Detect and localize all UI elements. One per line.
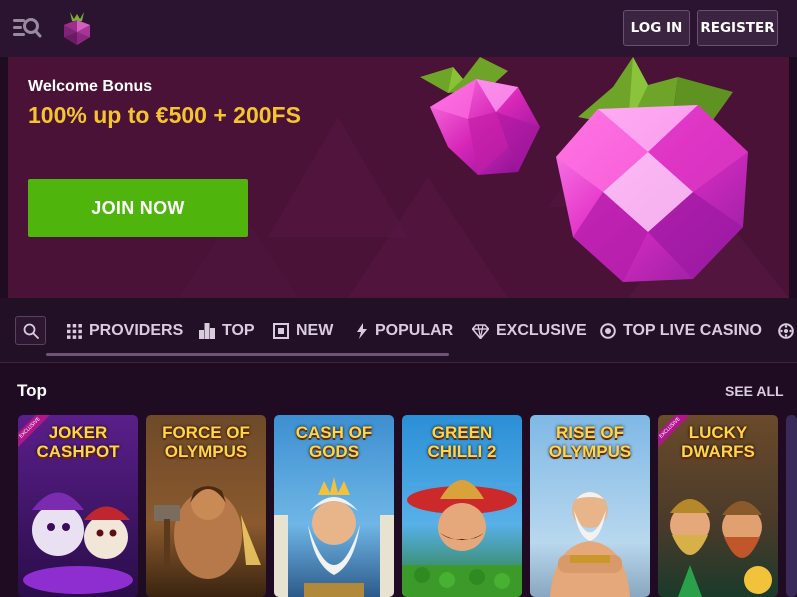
- game-art: [786, 415, 797, 597]
- category-label: EXCLUSIVE: [496, 322, 587, 339]
- game-title: FORCE OF OLYMPUS: [162, 423, 250, 461]
- game-title: CASH OF GODS: [295, 423, 373, 461]
- search-icon: [23, 323, 39, 339]
- game-title: GREEN CHILLI 2: [427, 423, 497, 461]
- category-popular[interactable]: POPULAR: [356, 320, 453, 342]
- game-tile-partial[interactable]: [786, 415, 797, 597]
- join-now-button[interactable]: JOIN NOW: [28, 179, 248, 237]
- category-label: TOP: [222, 322, 255, 339]
- top-bar: LOG IN REGISTER: [0, 0, 797, 57]
- roulette-icon: [778, 323, 794, 339]
- new-icon: [273, 323, 289, 339]
- podium-icon: [199, 323, 215, 339]
- category-scrollbar[interactable]: [46, 353, 449, 356]
- category-new[interactable]: NEW: [273, 320, 333, 342]
- category-label: PROVIDERS: [89, 322, 184, 339]
- diamond-icon: [472, 323, 489, 339]
- category-top-live-casino[interactable]: TOP LIVE CASINO: [600, 320, 762, 342]
- menu-search-icon[interactable]: [12, 14, 42, 42]
- category-label: NEW: [296, 322, 334, 339]
- section-title: Top: [17, 381, 47, 400]
- chip-icon: [600, 323, 616, 339]
- category-providers[interactable]: PROVIDERS: [67, 320, 183, 342]
- category-label: POPULAR: [375, 322, 454, 339]
- grid-icon: [67, 323, 82, 339]
- see-all-link[interactable]: SEE ALL: [725, 383, 784, 399]
- raspberry-gems-illustration: [420, 57, 748, 282]
- game-tile-rise-of-olympus[interactable]: RISE OF OLYMPUS: [530, 415, 650, 597]
- raspberry-logo-icon[interactable]: [60, 10, 94, 46]
- game-title: JOKER CASHPOT: [36, 423, 120, 461]
- bonus-offer: 100% up to €500 + 200FS: [28, 102, 301, 128]
- category-top[interactable]: TOP: [199, 320, 255, 342]
- category-more-partial[interactable]: [778, 320, 794, 342]
- game-title: LUCKY DWARFS: [681, 423, 755, 461]
- bonus-title: Welcome Bonus: [28, 78, 153, 95]
- game-tile-lucky-dwarfs[interactable]: EXCLUSIVE LUCKY DWARFS: [658, 415, 778, 597]
- game-tile-force-of-olympus[interactable]: FORCE OF OLYMPUS: [146, 415, 266, 597]
- search-button[interactable]: [15, 316, 46, 345]
- game-tile-joker-cashpot[interactable]: EXCLUSIVE JOKER CASHPOT: [18, 415, 138, 597]
- welcome-bonus-banner: Welcome Bonus 100% up to €500 + 200FS JO…: [8, 57, 789, 298]
- category-exclusive[interactable]: EXCLUSIVE: [472, 320, 587, 342]
- register-button[interactable]: REGISTER: [697, 10, 778, 46]
- category-nav: PROVIDERS TOP NEW POPULAR EXCLUSIVE TOP …: [0, 298, 797, 363]
- game-tile-cash-of-gods[interactable]: CASH OF GODS: [274, 415, 394, 597]
- lightning-icon: [357, 323, 367, 339]
- game-tile-green-chilli-2[interactable]: GREEN CHILLI 2: [402, 415, 522, 597]
- game-title: RISE OF OLYMPUS: [548, 423, 632, 461]
- login-button[interactable]: LOG IN: [623, 10, 690, 46]
- category-label: TOP LIVE CASINO: [623, 322, 762, 339]
